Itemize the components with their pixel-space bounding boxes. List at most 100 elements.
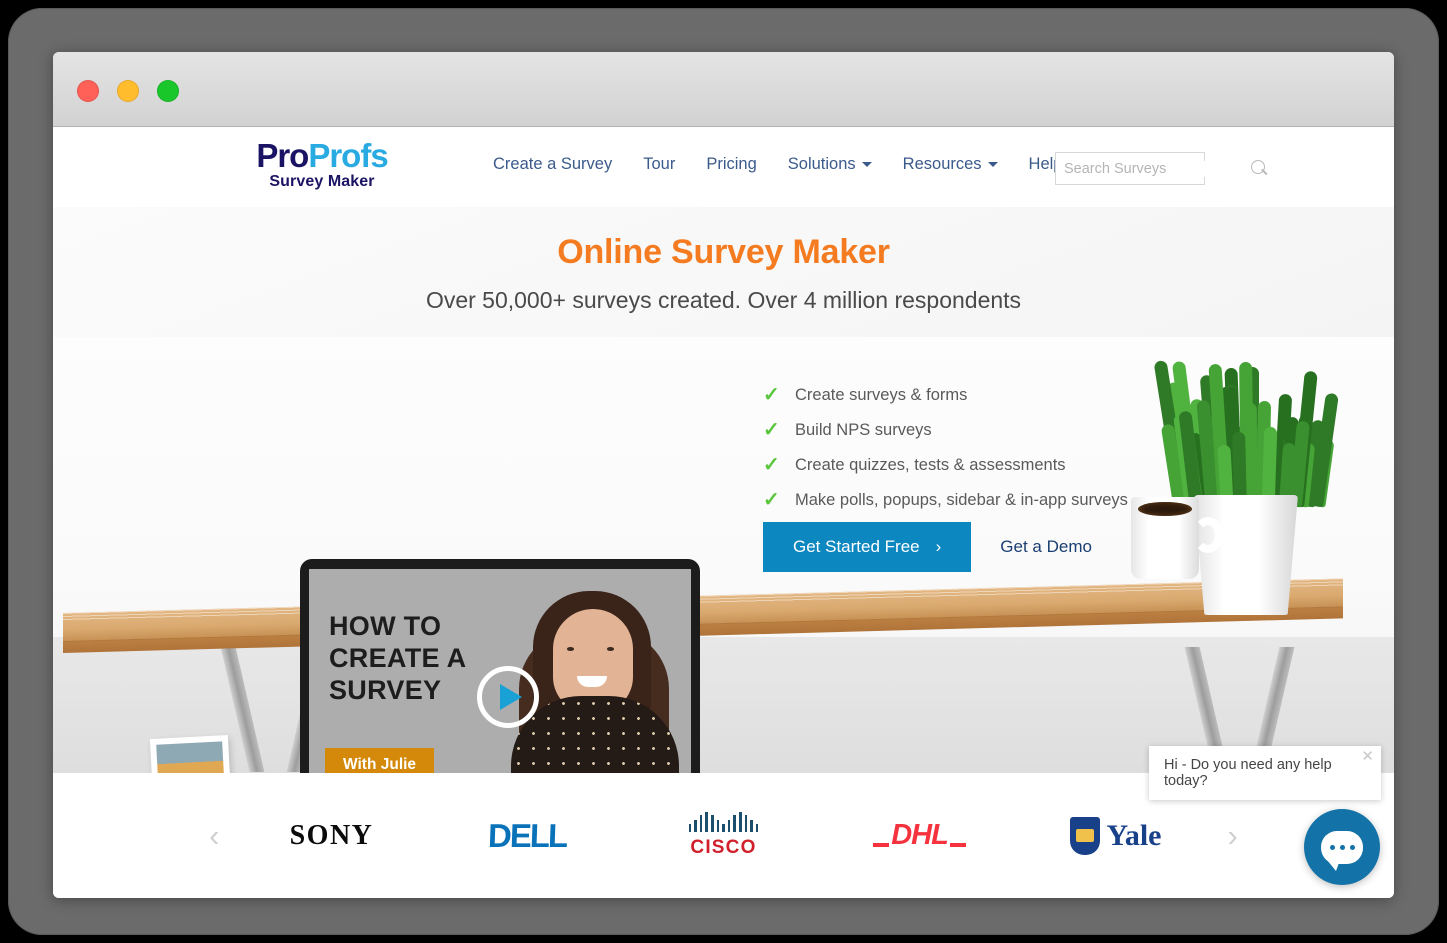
video-headline-line1: HOW TO (329, 611, 466, 643)
brand-logo-cisco[interactable]: CISCO (626, 812, 822, 859)
feature-list: ✓ Create surveys & forms ✓ Build NPS sur… (763, 385, 1128, 525)
browser-window: ProProfs Survey Maker Create a Survey To… (53, 52, 1394, 898)
potted-plant (1156, 347, 1336, 632)
chevron-down-icon (988, 162, 998, 167)
logo-wordmark: ProProfs (242, 139, 402, 172)
maximize-window-button[interactable] (157, 80, 179, 102)
cisco-bar (717, 820, 720, 832)
chat-dot (1330, 845, 1335, 850)
chat-greeting-text: Hi - Do you need any help today? (1164, 757, 1366, 789)
feature-item: ✓ Create surveys & forms (763, 385, 1128, 405)
plant-pot (1194, 495, 1298, 615)
laptop-lid: HOW TO CREATE A SURVEY With Julie (300, 559, 700, 773)
cisco-logo: CISCO (689, 812, 759, 859)
brand-logo-dell[interactable]: DELL (430, 817, 626, 855)
chat-bubble-icon[interactable] (1304, 809, 1380, 885)
mug-handle (1193, 517, 1223, 553)
carousel-prev-arrow[interactable]: ‹ (195, 820, 233, 851)
chevron-right-icon: › (936, 537, 942, 557)
minimize-window-button[interactable] (117, 80, 139, 102)
yale-shield-icon (1070, 817, 1100, 855)
get-started-free-label: Get Started Free (793, 537, 920, 557)
desk-scene-illustration: HOW TO CREATE A SURVEY With Julie (53, 337, 1394, 773)
video-presenter-badge: With Julie (325, 748, 434, 773)
brand-logo-yale[interactable]: Yale (1018, 817, 1214, 855)
nav-item-resources[interactable]: Resources (903, 155, 998, 174)
close-window-button[interactable] (77, 80, 99, 102)
hero-subtitle: Over 50,000+ surveys created. Over 4 mil… (53, 287, 1394, 314)
cisco-bar (733, 815, 736, 832)
presenter-eye (607, 647, 614, 651)
yale-logo: Yale (1070, 817, 1162, 855)
cisco-bar (739, 812, 742, 832)
play-icon[interactable] (477, 666, 539, 728)
cisco-bar (722, 824, 725, 832)
photo-frame (150, 735, 234, 773)
check-icon: ✓ (763, 385, 779, 405)
brand-logo[interactable]: ProProfs Survey Maker (242, 139, 402, 191)
nav-item-tour[interactable]: Tour (643, 155, 675, 174)
feature-label: Create quizzes, tests & assessments (795, 456, 1066, 475)
chevron-down-icon (862, 162, 872, 167)
check-icon: ✓ (763, 420, 779, 440)
cisco-bar (728, 820, 731, 832)
nav-item-create-a-survey[interactable]: Create a Survey (493, 155, 612, 174)
video-headline: HOW TO CREATE A SURVEY (329, 611, 466, 707)
brand-logo-dhl[interactable]: DHL (822, 819, 1018, 852)
cisco-bar (745, 815, 748, 832)
nav-item-pricing[interactable]: Pricing (706, 155, 756, 174)
logo-subtitle: Survey Maker (242, 173, 402, 191)
get-a-demo-link[interactable]: Get a Demo (1000, 537, 1092, 557)
check-icon: ✓ (763, 455, 779, 475)
page-title: Online Survey Maker (53, 207, 1394, 272)
window-controls (77, 80, 179, 102)
sony-wordmark: SONY (290, 820, 374, 852)
dell-wordmark: DELL (488, 817, 567, 855)
brand-logo-sony[interactable]: SONY (234, 820, 430, 852)
video-headline-line3: SURVEY (329, 675, 466, 707)
carousel-next-arrow[interactable]: › (1214, 820, 1252, 851)
presenter-eye (567, 647, 574, 651)
search-input[interactable] (1064, 161, 1251, 177)
nav-item-solutions[interactable]: Solutions (788, 155, 872, 174)
cisco-wordmark: CISCO (690, 837, 756, 859)
cisco-bar (705, 812, 708, 832)
laptop-illustration: HOW TO CREATE A SURVEY With Julie (300, 559, 700, 773)
feature-label: Make polls, popups, sidebar & in-app sur… (795, 491, 1128, 510)
feature-label: Build NPS surveys (795, 421, 932, 440)
cisco-bars-icon (689, 812, 759, 832)
chat-greeting-tooltip: Hi - Do you need any help today? ✕ (1149, 746, 1381, 800)
hero-section: Online Survey Maker Over 50,000+ surveys… (53, 207, 1394, 773)
video-thumbnail[interactable]: HOW TO CREATE A SURVEY With Julie (309, 569, 691, 773)
feature-item: ✓ Build NPS surveys (763, 420, 1128, 440)
nav-label: Tour (643, 155, 675, 174)
feature-label: Create surveys & forms (795, 386, 967, 405)
coffee-mug (1131, 497, 1199, 579)
yale-wordmark: Yale (1107, 819, 1162, 853)
feature-item: ✓ Create quizzes, tests & assessments (763, 455, 1128, 475)
site-header: ProProfs Survey Maker Create a Survey To… (53, 127, 1394, 207)
search-icon[interactable] (1251, 160, 1268, 177)
video-headline-line2: CREATE A (329, 643, 466, 675)
cisco-bar (756, 824, 759, 832)
chat-dot (1340, 845, 1345, 850)
get-started-free-button[interactable]: Get Started Free › (763, 522, 971, 572)
dog-photo-image (156, 741, 228, 773)
close-icon[interactable]: ✕ (1361, 749, 1374, 764)
nav-label: Pricing (706, 155, 756, 174)
feature-item: ✓ Make polls, popups, sidebar & in-app s… (763, 490, 1128, 510)
cta-row: Get Started Free › Get a Demo (763, 522, 1092, 572)
nav-label: Resources (903, 155, 982, 174)
search-surveys-box[interactable] (1055, 152, 1205, 185)
cisco-bar (711, 815, 714, 832)
browser-titlebar (53, 52, 1394, 127)
play-triangle (500, 684, 522, 710)
chat-bubble-shape (1321, 831, 1363, 864)
plant-leaves (1156, 347, 1336, 507)
main-navigation: Create a Survey Tour Pricing Solutions R… (493, 155, 1062, 174)
cisco-bar (750, 820, 753, 832)
check-icon: ✓ (763, 490, 779, 510)
logo-pro-text: Pro (256, 137, 308, 174)
logo-profs-text: Profs (308, 137, 387, 174)
cisco-bar (700, 815, 703, 832)
